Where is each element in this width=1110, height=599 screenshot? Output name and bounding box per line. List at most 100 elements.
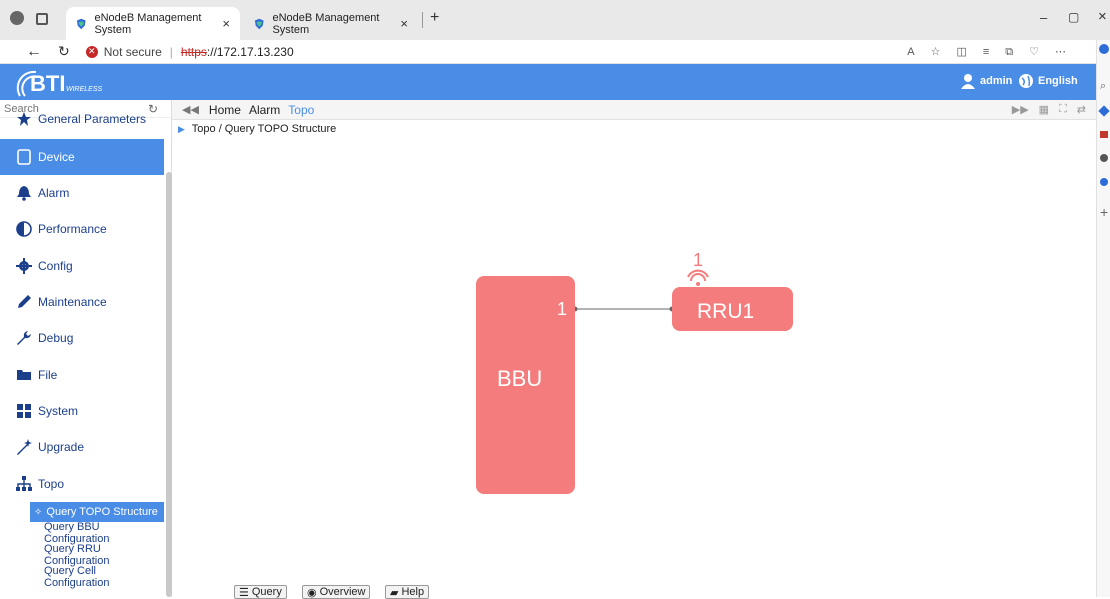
sidebar-item-label: Upgrade [38,440,85,454]
sidebar-item-label: File [38,368,58,382]
shield-icon [76,18,86,29]
rru-index-label: 1 [693,250,703,270]
user-icon [961,74,975,89]
breadcrumb: ▶ Topo / Query TOPO Structure [178,123,336,135]
shield-icon [254,18,264,29]
user-label: admin [980,75,1013,87]
warning-icon[interactable]: ✕ [85,45,98,58]
language-label: English [1038,75,1078,87]
sidebar-item-config[interactable]: Config [0,248,164,284]
back-icon[interactable]: ← [26,43,42,61]
copilot-icon[interactable] [1099,44,1109,54]
sidebar-subitem-query-cell[interactable]: Query Cell Configuration [30,565,164,589]
sidebar-item-label: Debug [38,331,74,345]
topology-canvas: BBU 1 RRU1 1 [476,250,793,494]
sidebar-item-file[interactable]: File [0,357,164,393]
sidebar-item-label: Performance [38,222,107,236]
minimize-button[interactable]: – [1040,10,1047,25]
close-icon[interactable]: × [222,16,230,31]
rru-label: RRU1 [697,300,754,323]
outlook-icon[interactable] [1100,178,1108,186]
url-scheme[interactable]: https [181,45,207,59]
fullscreen-icon[interactable]: ⛶ [1059,103,1067,116]
sidebar: ↻ General Parameters Device Alarm Perfor… [0,100,172,597]
sidebar-item-label: System [38,404,79,418]
sidebar-subitem-label: Query TOPO Structure [46,506,158,518]
sidebar-item-upgrade[interactable]: Upgrade [0,429,164,465]
wand-icon [17,439,32,455]
sidebar-item-label: Config [38,259,73,273]
search-icon[interactable]: ⌕ [1100,80,1107,93]
profile-icon[interactable] [10,11,24,25]
window-close-button[interactable]: × [1098,8,1107,25]
sidebar-item-label: Topo [38,477,65,491]
sitemap-icon [16,476,32,491]
logo-text: BTI [30,71,66,96]
globe-icon [1019,74,1033,88]
briefcase-icon[interactable] [1100,131,1108,138]
tab-scroll-right-icon[interactable]: ▶▶ [1012,103,1029,116]
bbu-label: BBU [497,366,542,391]
sidebar-subitem-query-rru[interactable]: Query RRU Configuration [30,543,164,567]
browser-tab-2[interactable]: eNodeB Management System × [244,7,418,40]
sidebar-subitem-query-topo[interactable]: ✧ Query TOPO Structure [30,502,164,522]
bti-logo: BTI WIRELESS [16,66,112,98]
restore-button[interactable]: ▢ [1068,10,1079,24]
diamond-icon[interactable] [1098,105,1110,117]
tab-home[interactable]: Home [209,103,241,117]
sidebar-item-performance[interactable]: Performance [0,211,164,247]
content-tab-bar: ◀◀ Home Alarm Topo ▶▶ ▦ ⛶ ⇄ [172,100,1096,120]
puzzle-icon: ✧ [34,506,43,518]
person-icon[interactable] [1100,154,1108,162]
tab-actions-icon[interactable] [36,13,48,25]
sidebar-item-label: General Parameters [38,112,147,126]
app-header: BTI WIRELESS admin English [0,64,1096,100]
pencil-icon [18,295,31,308]
wifi-signal-icon [687,269,709,286]
sidebar-item-topo[interactable]: Topo [0,466,164,502]
sidebar-item-label: Device [38,150,75,164]
switch-icon[interactable]: ⇄ [1077,103,1086,116]
sidebar-item-maintenance[interactable]: Maintenance [0,284,164,320]
sidebar-item-system[interactable]: System [0,393,164,429]
sidebar-item-debug[interactable]: Debug [0,320,164,356]
tablet-icon [17,149,31,165]
breadcrumb-text: Topo / Query TOPO Structure [191,123,337,135]
folder-icon [17,370,31,380]
reload-icon[interactable]: ↻ [58,43,70,60]
browser-toolbar-icons[interactable]: A☆◫≡⧉♡⋯ [907,45,1082,59]
user-menu[interactable]: admin [960,73,1012,89]
close-icon[interactable]: × [400,16,408,31]
bell-icon [17,186,31,201]
sidebar-subitem-label: Query RRU Configuration [44,543,110,567]
address-bar: ← ↻ ✕ Not secure | https ://172.17.13.23… [0,40,1096,64]
tab-topo[interactable]: Topo [288,103,314,117]
tab-list-icon[interactable]: ▦ [1039,103,1049,116]
browser-tab-1[interactable]: eNodeB Management System × [66,7,240,40]
browser-tab-title: eNodeB Management System [94,11,202,36]
star-icon [17,112,31,126]
gear-icon [16,258,32,274]
sidebar-item-alarm[interactable]: Alarm [0,175,164,211]
wrench-icon [17,331,31,345]
url-text[interactable]: ://172.17.13.230 [207,45,294,59]
bbu-port-label: 1 [557,299,567,319]
browser-tab-bar: eNodeB Management System × eNodeB Manage… [0,0,1110,40]
tab-alarm[interactable]: Alarm [249,103,280,117]
browser-tab-title: eNodeB Management System [272,11,380,36]
breadcrumb-arrow-icon: ▶ [178,124,185,134]
sidebar-item-device[interactable]: Device [0,139,164,175]
grid-icon [17,404,31,418]
browser-side-rail: ⌕ + [1096,40,1110,597]
sidebar-subitem-query-bbu[interactable]: Query BBU Configuration [30,521,164,545]
sidebar-item-label: Alarm [38,186,70,200]
sidebar-item-general-parameters[interactable]: General Parameters [0,108,164,130]
new-tab-button[interactable]: + [430,9,439,27]
security-label[interactable]: Not secure [104,45,162,59]
sidebar-subitem-label: Query BBU Configuration [44,521,110,545]
language-menu[interactable]: English [1018,73,1078,89]
sidebar-subitem-label: Query Cell Configuration [44,565,110,589]
half-circle-icon [16,221,32,237]
add-icon[interactable]: + [1100,204,1108,220]
tab-scroll-left-icon[interactable]: ◀◀ [182,103,199,116]
